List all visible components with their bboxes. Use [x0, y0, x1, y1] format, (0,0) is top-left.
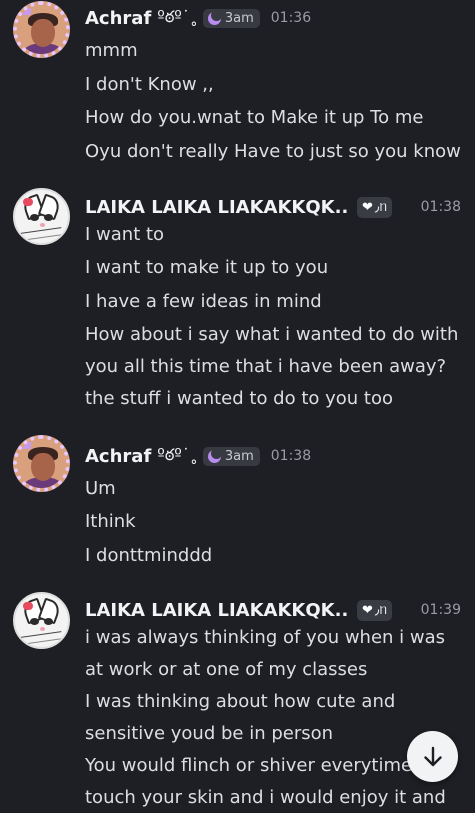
- username-decoration: ºఠº˙˳: [157, 6, 198, 26]
- timestamp: 01:36: [270, 10, 312, 26]
- message-header: LAIKA LAIKA LIAKAKKQK... ❤ ٫ᥒ 01:39: [85, 598, 461, 622]
- role-tag[interactable]: ❤ ٫ᥒ: [357, 599, 393, 621]
- avatar[interactable]: [13, 1, 70, 58]
- message-line[interactable]: the stuff i wanted to do to you too: [85, 383, 465, 415]
- scroll-to-bottom-button[interactable]: [407, 731, 458, 782]
- message-line[interactable]: Oyu don't really Have to just so you kno…: [85, 136, 465, 168]
- moon-icon: [207, 9, 222, 25]
- heart-icon: ❤: [362, 199, 373, 215]
- avatar[interactable]: [13, 435, 70, 492]
- message-header: Achraf ºఠº˙˳ 3am 01:38: [85, 444, 461, 468]
- role-tag[interactable]: 3am: [202, 8, 260, 28]
- moon-icon: [207, 447, 222, 463]
- role-tag-label: ٫ᥒ: [374, 602, 388, 618]
- message-line[interactable]: I want to make it up to you: [85, 252, 465, 284]
- message-header: Achraf ºఠº˙˳ 3am 01:36: [85, 6, 461, 30]
- role-tag-label: ٫ᥒ: [374, 199, 388, 215]
- message-header: LAIKA LAIKA LIAKAKKQK... ❤ ٫ᥒ 01:38: [85, 195, 461, 219]
- message-line[interactable]: I was thinking about how cute and sensit…: [85, 686, 465, 749]
- role-tag[interactable]: ❤ ٫ᥒ: [357, 196, 393, 218]
- role-tag-label: 3am: [224, 448, 254, 464]
- heart-icon: ❤: [362, 602, 373, 618]
- timestamp: 01:38: [270, 448, 312, 464]
- message-line[interactable]: i was always thinking of you when i was …: [85, 622, 465, 685]
- message-line[interactable]: I have a few ideas in mind: [85, 286, 465, 318]
- username[interactable]: Achraf: [85, 8, 151, 29]
- timestamp: 01:39: [420, 602, 461, 618]
- message-line[interactable]: I want to: [85, 219, 465, 251]
- timestamp: 01:38: [420, 199, 461, 215]
- message-line[interactable]: How about i say what i wanted to do with…: [85, 319, 465, 382]
- role-tag[interactable]: 3am: [202, 446, 260, 466]
- message-line[interactable]: Um: [85, 473, 465, 505]
- avatar[interactable]: [13, 188, 70, 245]
- username[interactable]: LAIKA LAIKA LIAKAKKQK...: [85, 600, 347, 621]
- message-line[interactable]: I donttminddd: [85, 540, 465, 572]
- username[interactable]: LAIKA LAIKA LIAKAKKQK...: [85, 197, 347, 218]
- message-line[interactable]: I don't Know ,,: [85, 69, 465, 101]
- message-line[interactable]: How do you.wnat to Make it up To me: [85, 102, 465, 134]
- username-decoration: ºఠº˙˳: [157, 444, 198, 464]
- username[interactable]: Achraf: [85, 446, 151, 467]
- role-tag-label: 3am: [224, 10, 254, 26]
- avatar[interactable]: [13, 592, 70, 649]
- message-line[interactable]: mmm: [85, 35, 465, 67]
- message-line[interactable]: Ithink: [85, 506, 465, 538]
- arrow-down-icon: [423, 746, 442, 766]
